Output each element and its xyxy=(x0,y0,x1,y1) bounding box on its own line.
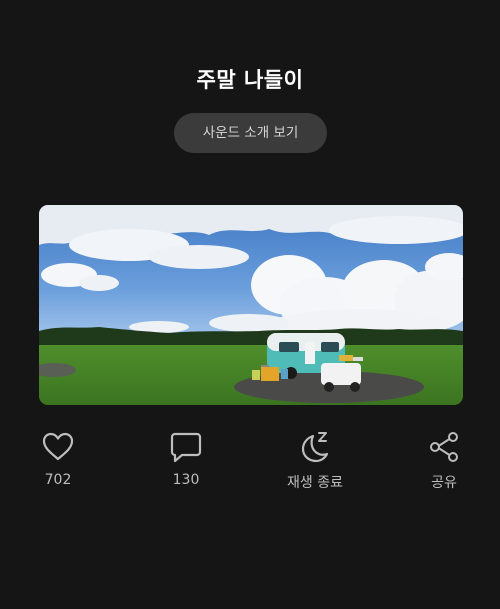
sleep-timer-button[interactable]: 재생 종료 xyxy=(270,430,360,492)
share-button[interactable]: 공유 xyxy=(399,430,489,492)
comment-button[interactable]: 130 xyxy=(141,430,231,488)
moon-sleep-icon xyxy=(301,432,329,463)
page-title: 주말 나들이 xyxy=(196,68,304,92)
heart-icon xyxy=(42,432,74,461)
comment-count: 130 xyxy=(172,472,200,488)
like-count: 702 xyxy=(44,472,72,488)
sound-intro-button[interactable]: 사운드 소개 보기 xyxy=(174,113,327,153)
sleep-timer-label: 재생 종료 xyxy=(287,475,343,491)
share-icon xyxy=(430,432,458,462)
like-button[interactable]: 702 xyxy=(13,430,103,488)
action-bar: 702 130 재생 종료 공유 xyxy=(0,430,500,500)
share-label: 공유 xyxy=(431,475,457,491)
cover-image xyxy=(39,205,463,405)
speech-bubble-icon xyxy=(170,432,202,463)
